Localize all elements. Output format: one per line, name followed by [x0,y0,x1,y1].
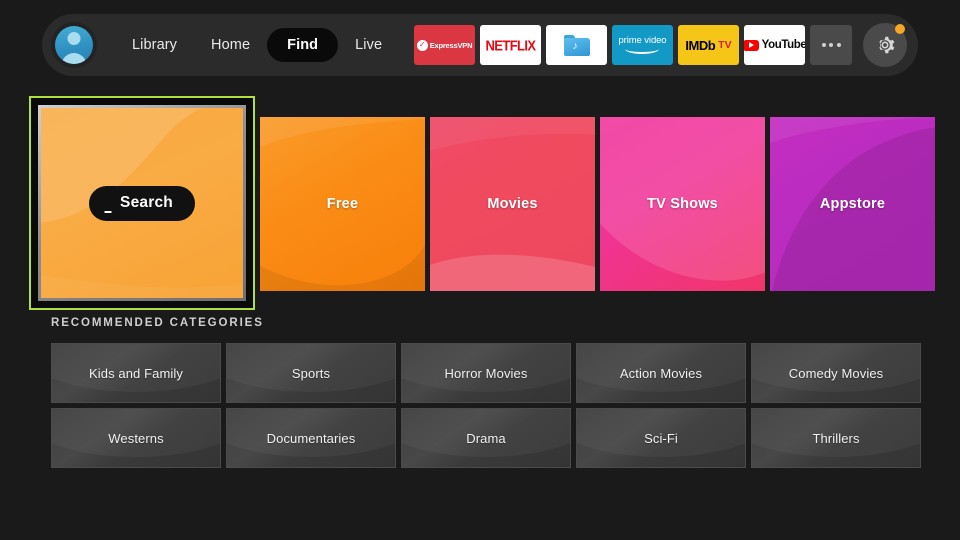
search-button-label: Search [120,194,173,211]
nav-item-library[interactable]: Library [115,29,194,61]
category-tile-horror-movies[interactable]: Horror Movies [401,343,571,403]
category-tile-sports[interactable]: Sports [226,343,396,403]
nav-links: Library Home Find Live [115,28,399,62]
folder-icon: ♪ [563,34,590,56]
category-tile-thrillers[interactable]: Thrillers [751,408,921,468]
recommended-categories-title: RECOMMENDED CATEGORIES [51,317,264,329]
fire-tv-find-screen: Library Home Find Live ✓ ExpressVPN NETF… [0,0,960,540]
category-label: Action Movies [619,365,703,381]
tile-free[interactable]: Free [260,117,425,291]
category-tile-drama[interactable]: Drama [401,408,571,468]
avatar-head [67,32,81,45]
microphone-icon [103,197,112,213]
youtube-logo: YouTube [744,39,805,51]
app-icon-imdb-tv[interactable]: IMDb TV [678,25,739,65]
recommended-categories-grid: Kids and Family Sports Horror Movies Act… [51,343,921,468]
imdb-tv-label: TV [718,39,732,51]
avatar-body [61,53,87,64]
tile-movies-label: Movies [487,196,538,212]
search-button[interactable]: Search [89,185,195,221]
app-icon-prime-video[interactable]: prime video [612,25,673,65]
prime-video-logo: prime video [618,36,667,55]
app-icon-netflix[interactable]: NETFLIX [480,25,541,65]
tile-search[interactable]: Search [29,96,255,310]
category-label: Thrillers [812,430,860,446]
category-tile-comedy-movies[interactable]: Comedy Movies [751,343,921,403]
tile-movies[interactable]: Movies [430,117,595,291]
category-label: Drama [466,430,506,446]
main-tile-row: Search Free Movies TV Shows Appstore [29,96,935,310]
category-label: Sci-Fi [644,430,678,446]
netflix-label: NETFLIX [485,36,537,54]
tile-appstore-label: Appstore [819,196,886,212]
nav-item-live[interactable]: Live [338,29,399,61]
settings-button[interactable] [863,23,907,67]
tile-tv-shows-label: TV Shows [647,196,718,212]
expressvpn-label: ExpressVPN [429,40,473,50]
ellipsis-dot-icon [829,43,833,47]
category-label: Westerns [108,430,164,446]
imdb-tv-logo: IMDb TV [685,38,731,53]
youtube-play-icon [744,39,759,51]
category-label: Kids and Family [89,365,183,381]
nav-item-find[interactable]: Find [267,28,339,62]
youtube-label: YouTube [761,39,805,51]
ellipsis-dot-icon [836,43,841,47]
top-navigation-bar: Library Home Find Live ✓ ExpressVPN NETF… [42,14,918,76]
tile-free-label: Free [326,196,359,212]
imdb-label: IMDb [685,37,716,53]
category-label: Comedy Movies [788,365,884,381]
gear-icon [879,36,895,54]
category-tile-sci-fi[interactable]: Sci-Fi [576,408,746,468]
expressvpn-logo: ✓ ExpressVPN [416,39,473,51]
nav-item-home[interactable]: Home [194,29,267,61]
tile-appstore[interactable]: Appstore [770,117,935,291]
expressvpn-check-icon: ✓ [416,39,428,51]
profile-avatar[interactable] [51,22,97,68]
more-apps-button[interactable] [810,25,852,65]
category-tile-kids-and-family[interactable]: Kids and Family [51,343,221,403]
tile-tv-shows[interactable]: TV Shows [600,117,765,291]
music-note-icon: ♪ [572,40,578,52]
settings-notification-badge [895,24,905,34]
ellipsis-dot-icon [821,43,826,47]
category-label: Horror Movies [444,365,528,381]
app-icon-es-file-explorer[interactable]: ♪ [546,25,607,65]
category-label: Documentaries [266,430,356,446]
app-shortcuts: ✓ ExpressVPN NETFLIX ♪ prime video IMDb … [414,23,907,67]
category-tile-westerns[interactable]: Westerns [51,408,221,468]
app-icon-expressvpn[interactable]: ✓ ExpressVPN [414,25,475,65]
category-tile-action-movies[interactable]: Action Movies [576,343,746,403]
category-tile-documentaries[interactable]: Documentaries [226,408,396,468]
category-label: Sports [291,365,331,381]
app-icon-youtube[interactable]: YouTube [744,25,805,65]
amazon-smile-icon [625,44,660,55]
avatar-image [55,26,93,64]
tile-search-surface: Search [38,105,246,301]
